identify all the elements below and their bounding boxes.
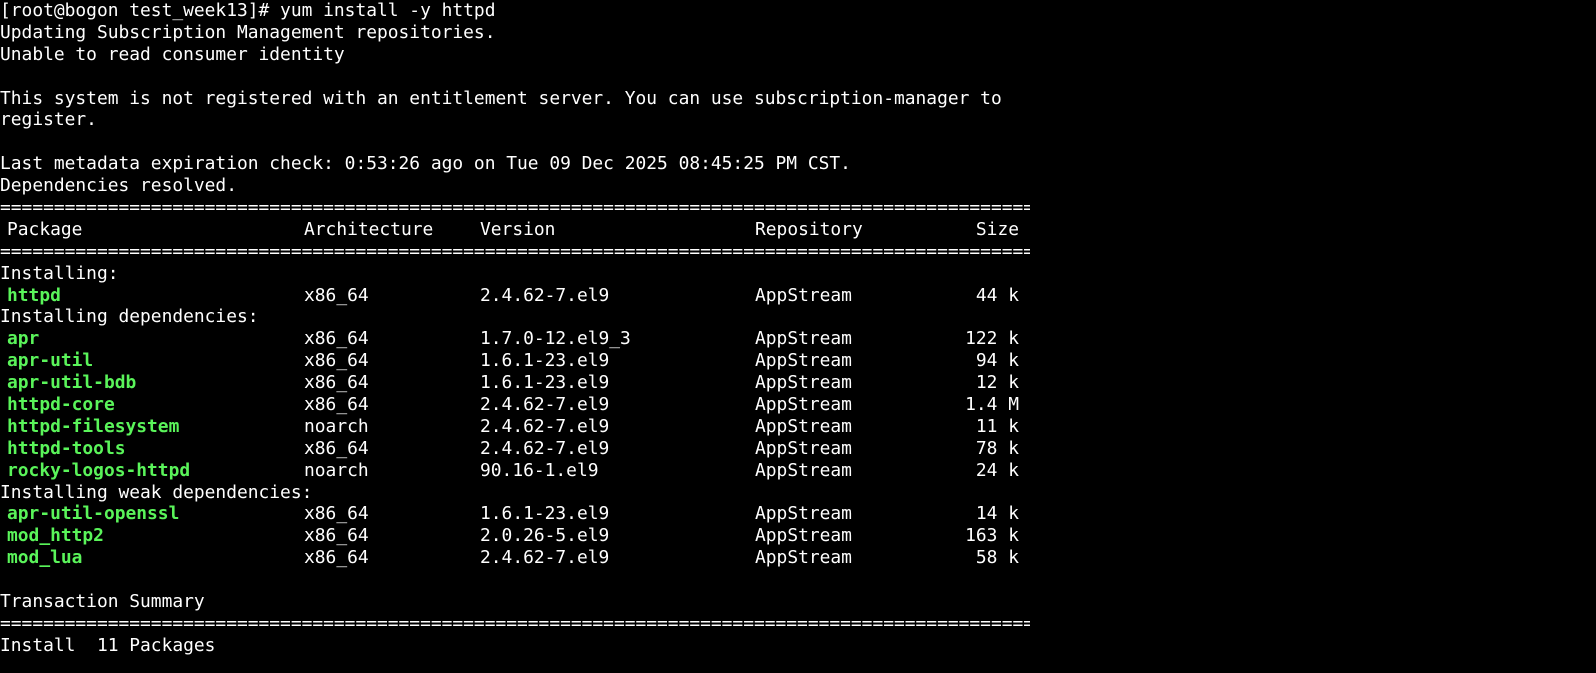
table-row: apr-util-openssl x86_64 1.6.1-23.el9 AppStr…	[0, 503, 1596, 525]
package-size: 1.4 M	[965, 394, 1019, 416]
package-repo: AppStream	[755, 437, 852, 459]
package-size: 44 k	[975, 284, 1019, 306]
package-version: 2.4.62-7.el9	[480, 547, 610, 569]
section-title: Installing weak dependencies:	[0, 481, 313, 503]
package-repo: AppStream	[755, 350, 852, 372]
package-arch: x86_64	[304, 503, 369, 525]
table-separator-top: ========================================…	[0, 197, 1030, 219]
package-size: 58 k	[975, 547, 1019, 569]
output-line: Dependencies resolved.	[0, 175, 237, 197]
header-package: Package	[7, 218, 83, 240]
package-name: apr	[7, 328, 40, 350]
package-repo: AppStream	[755, 547, 852, 569]
package-arch: x86_64	[304, 328, 369, 350]
package-arch: x86_64	[304, 394, 369, 416]
terminal-window[interactable]: [root@bogon test_week13]# yum install -y…	[0, 0, 1596, 673]
package-size: 163 k	[965, 525, 1019, 547]
output-line: Last metadata expiration check: 0:53:26 …	[0, 153, 851, 175]
package-version: 1.7.0-12.el9_3	[480, 328, 631, 350]
package-arch: x86_64	[304, 350, 369, 372]
package-name: httpd-tools	[7, 437, 126, 459]
package-name: mod_http2	[7, 525, 104, 547]
header-size: Size	[975, 218, 1019, 240]
package-version: 1.6.1-23.el9	[480, 350, 610, 372]
package-repo: AppStream	[755, 284, 852, 306]
table-row: mod_http2 x86_64 2.0.26-5.el9 AppStream 163 …	[0, 525, 1596, 547]
package-version: 1.6.1-23.el9	[480, 503, 610, 525]
table-row: mod_lua x86_64 2.4.62-7.el9 AppStream 58 k	[0, 547, 1596, 569]
output-line: Unable to read consumer identity	[0, 43, 345, 65]
package-arch: noarch	[304, 415, 369, 437]
package-repo: AppStream	[755, 459, 852, 481]
transaction-summary-title: Transaction Summary	[0, 591, 205, 613]
package-version: 2.4.62-7.el9	[480, 394, 610, 416]
table-row: apr x86_64 1.7.0-12.el9_3 AppStream 122 k	[0, 328, 1596, 350]
package-name: httpd-core	[7, 394, 115, 416]
package-name: apr-util-openssl	[7, 503, 180, 525]
transaction-summary-line: Install 11 Packages	[0, 634, 216, 656]
table-row: apr-util-bdb x86_64 1.6.1-23.el9 AppStream 1…	[0, 372, 1596, 394]
package-size: 12 k	[975, 372, 1019, 394]
section-title: Installing dependencies:	[0, 306, 259, 328]
package-arch: noarch	[304, 459, 369, 481]
package-repo: AppStream	[755, 372, 852, 394]
package-version: 2.4.62-7.el9	[480, 284, 610, 306]
table-row: httpd x86_64 2.4.62-7.el9 AppStream 44 k	[0, 285, 1596, 307]
package-size: 122 k	[965, 328, 1019, 350]
package-version: 2.0.26-5.el9	[480, 525, 610, 547]
package-name: apr-util	[7, 350, 94, 372]
table-row: httpd-tools x86_64 2.4.62-7.el9 AppStream 78…	[0, 438, 1596, 460]
table-separator-header: ========================================…	[0, 240, 1030, 262]
output-line: Updating Subscription Management reposit…	[0, 21, 496, 43]
output-line: This system is not registered with an en…	[0, 87, 1002, 109]
table-row: rocky-logos-httpd noarch 90.16-1.el9 AppStr…	[0, 460, 1596, 482]
package-size: 14 k	[975, 503, 1019, 525]
package-arch: x86_64	[304, 284, 369, 306]
header-repository: Repository	[755, 218, 863, 240]
package-table-body: Installing: httpd x86_64 2.4.62-7.el9 AppStr…	[0, 263, 1596, 569]
package-version: 2.4.62-7.el9	[480, 437, 610, 459]
table-separator-summary: ========================================…	[0, 612, 1030, 634]
package-size: 94 k	[975, 350, 1019, 372]
header-version: Version	[480, 218, 556, 240]
package-repo: AppStream	[755, 328, 852, 350]
package-size: 11 k	[975, 415, 1019, 437]
table-row: httpd-core x86_64 2.4.62-7.el9 AppStream 1.4…	[0, 394, 1596, 416]
package-repo: AppStream	[755, 394, 852, 416]
table-row: httpd-filesystem noarch 2.4.62-7.el9 AppStr…	[0, 416, 1596, 438]
package-version: 2.4.62-7.el9	[480, 415, 610, 437]
package-name: httpd-filesystem	[7, 415, 180, 437]
header-architecture: Architecture	[304, 218, 434, 240]
table-row: apr-util x86_64 1.6.1-23.el9 AppStream 94 k	[0, 350, 1596, 372]
package-size: 24 k	[975, 459, 1019, 481]
output-preamble: Updating Subscription Management reposit…	[0, 22, 1596, 197]
package-version: 90.16-1.el9	[480, 459, 599, 481]
section-title: Installing:	[0, 262, 119, 284]
command-prompt: [root@bogon test_week13]# yum install -y…	[0, 0, 496, 21]
table-header: Package Architecture Version Repository …	[0, 219, 1596, 241]
package-size: 78 k	[975, 437, 1019, 459]
package-repo: AppStream	[755, 415, 852, 437]
package-name: mod_lua	[7, 547, 83, 569]
package-name: httpd	[7, 284, 61, 306]
package-arch: x86_64	[304, 525, 369, 547]
package-repo: AppStream	[755, 503, 852, 525]
package-version: 1.6.1-23.el9	[480, 372, 610, 394]
package-name: apr-util-bdb	[7, 372, 137, 394]
output-line: register.	[0, 109, 97, 131]
package-arch: x86_64	[304, 372, 369, 394]
package-arch: x86_64	[304, 547, 369, 569]
package-arch: x86_64	[304, 437, 369, 459]
package-name: rocky-logos-httpd	[7, 459, 191, 481]
package-repo: AppStream	[755, 525, 852, 547]
